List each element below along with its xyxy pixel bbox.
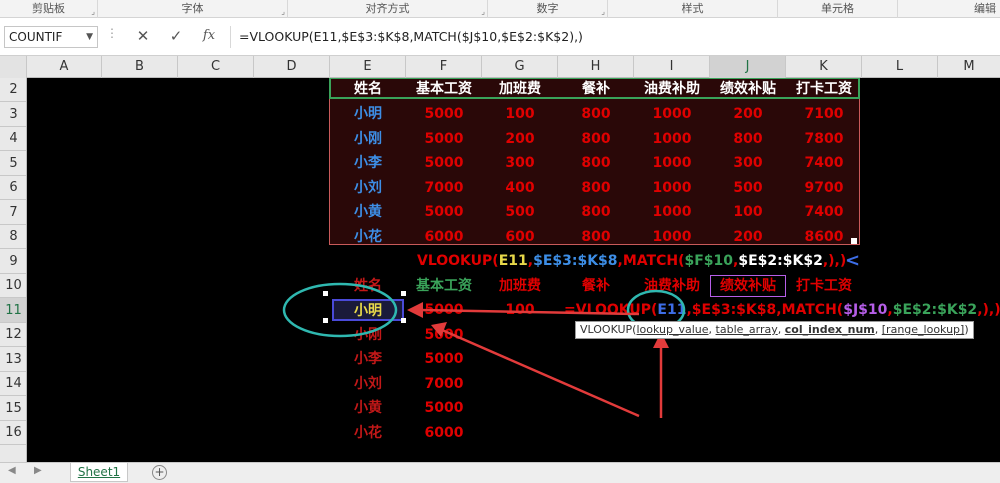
row-header-3[interactable]: 3 xyxy=(0,102,26,127)
row-header-12[interactable]: 12 xyxy=(0,323,26,347)
arrow-line xyxy=(441,328,640,418)
tooltip-text: VLOOKUP( xyxy=(580,323,637,336)
ribbon-group-label: 编辑 xyxy=(974,2,996,15)
annotation-overlay xyxy=(282,282,686,418)
scroll-left-icon[interactable]: ◀ xyxy=(8,465,16,476)
row-header-11[interactable]: 11 xyxy=(0,298,26,323)
column-header-h[interactable]: H xyxy=(558,56,634,78)
row-header-4[interactable]: 4 xyxy=(0,127,26,151)
column-header-c[interactable]: C xyxy=(178,56,254,78)
tooltip-arg-link[interactable]: table_array xyxy=(716,323,778,336)
column-headers: A B C D E F G H I J K L M xyxy=(0,56,1000,78)
select-all-corner[interactable] xyxy=(0,56,27,78)
scroll-right-icon[interactable]: ▶ xyxy=(34,465,42,476)
row-header-16[interactable]: 16 xyxy=(0,421,26,445)
formula-bar-resize-handle[interactable]: ⋮ xyxy=(106,26,118,40)
ribbon-group-styles: 样式 xyxy=(608,0,778,18)
column-header-b[interactable]: B xyxy=(102,56,178,78)
row-header-10[interactable]: 10 xyxy=(0,274,26,298)
range-handle xyxy=(323,318,328,323)
row-header-6[interactable]: 6 xyxy=(0,176,26,200)
range-handle xyxy=(323,291,328,296)
tooltip-text: , xyxy=(874,323,882,336)
range-handle xyxy=(401,318,406,323)
column-header-k[interactable]: K xyxy=(786,56,862,78)
arrow-head xyxy=(431,322,447,337)
column-header-m[interactable]: M xyxy=(938,56,1000,78)
enter-check-icon[interactable]: ✓ xyxy=(163,24,189,48)
ribbon-group-label: 对齐方式 xyxy=(365,2,410,15)
ribbon-group-label: 单元格 xyxy=(821,2,854,15)
column-header-e[interactable]: E xyxy=(330,56,406,78)
column-header-g[interactable]: G xyxy=(482,56,558,78)
sheet-tab-bar: ◀ ▶ Sheet1 + xyxy=(0,462,1000,483)
row-header-7[interactable]: 7 xyxy=(0,200,26,225)
range-handle xyxy=(401,291,406,296)
ribbon-group-editing: 编辑 xyxy=(898,0,1000,18)
sheet-tab-sheet1[interactable]: Sheet1 xyxy=(70,463,128,482)
ribbon-group-label: 样式 xyxy=(681,2,704,15)
column-header-i[interactable]: I xyxy=(634,56,710,78)
function-argument-tooltip[interactable]: VLOOKUP(lookup_value, table_array, col_i… xyxy=(575,321,974,339)
column-header-j[interactable]: J xyxy=(710,56,786,78)
formula-bar: COUNTIF ▼ ⋮ ✕ ✓ fx =VLOOKUP(E11,$E$3:$K$… xyxy=(0,18,1000,56)
formula-input[interactable]: =VLOOKUP(E11,$E$3:$K$8,MATCH($J$10,$E$2:… xyxy=(230,26,998,48)
row-headers: 2 3 4 5 6 7 8 9 10 11 12 13 14 15 16 xyxy=(0,78,27,462)
chevron-down-icon[interactable]: ▼ xyxy=(86,27,93,47)
row-header-14[interactable]: 14 xyxy=(0,372,26,396)
tooltip-arg-link-current[interactable]: col_index_num xyxy=(785,323,875,336)
arrow-line xyxy=(418,308,640,316)
tooltip-text: ) xyxy=(964,323,969,336)
row-header-8[interactable]: 8 xyxy=(0,225,26,249)
arrow-head xyxy=(407,302,423,318)
row-header-5[interactable]: 5 xyxy=(0,151,26,176)
ribbon-group-cells: 单元格 xyxy=(778,0,898,18)
row-header-13[interactable]: 13 xyxy=(0,347,26,372)
column-header-d[interactable]: D xyxy=(254,56,330,78)
ribbon-group-number[interactable]: 数字 ⌟ xyxy=(488,0,608,18)
column-header-a[interactable]: A xyxy=(27,56,102,78)
tooltip-arg-link[interactable]: [range_lookup] xyxy=(882,323,965,336)
ribbon-group-clipboard[interactable]: 剪贴板 ⌟ xyxy=(0,0,98,18)
worksheet-grid[interactable]: 姓名 基本工资 加班费 餐补 油费补助 绩效补贴 打卡工资 小明 5000 10… xyxy=(27,78,1000,462)
ribbon-group-labels: 剪贴板 ⌟ 字体 ⌟ 对齐方式 ⌟ 数字 ⌟ 样式 单元格 编辑 xyxy=(0,0,1000,18)
row-header-15[interactable]: 15 xyxy=(0,396,26,421)
insert-function-button[interactable]: fx xyxy=(196,24,222,48)
highlight-ellipse-e11 xyxy=(282,282,398,338)
tooltip-arg-link[interactable]: lookup_value xyxy=(636,323,708,336)
name-box-value: COUNTIF xyxy=(9,30,63,44)
cancel-icon[interactable]: ✕ xyxy=(130,24,156,48)
ribbon-group-label: 剪贴板 xyxy=(32,2,65,15)
ribbon-group-label: 数字 xyxy=(536,2,559,15)
tooltip-text: , xyxy=(777,323,785,336)
ribbon-group-label: 字体 xyxy=(181,2,204,15)
tooltip-text: , xyxy=(708,323,716,336)
row-header-9[interactable]: 9 xyxy=(0,249,26,274)
row-header-2[interactable]: 2 xyxy=(0,78,26,102)
column-header-f[interactable]: F xyxy=(406,56,482,78)
ribbon-group-alignment[interactable]: 对齐方式 ⌟ xyxy=(288,0,488,18)
ribbon-group-font[interactable]: 字体 ⌟ xyxy=(98,0,288,18)
name-box[interactable]: COUNTIF ▼ xyxy=(4,26,98,48)
add-sheet-icon[interactable]: + xyxy=(152,465,167,480)
column-header-l[interactable]: L xyxy=(862,56,938,78)
